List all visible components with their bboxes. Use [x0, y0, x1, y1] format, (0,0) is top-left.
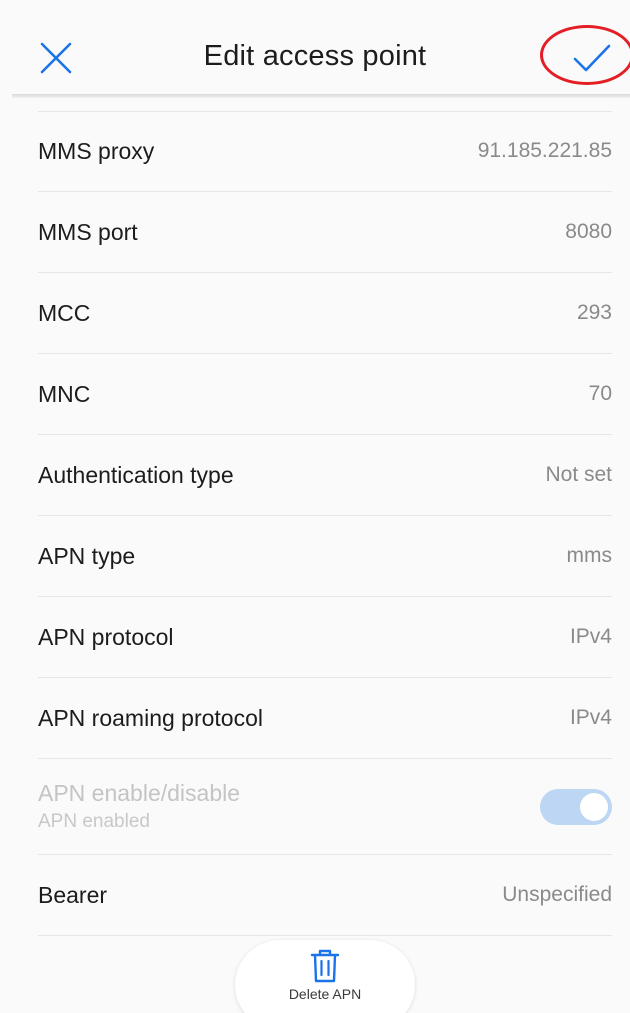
toggle-knob: [580, 792, 608, 821]
row-label: APN enable/disable: [38, 780, 241, 806]
row-mms-port[interactable]: MMS port 8080: [38, 192, 612, 273]
trash-icon: [310, 949, 340, 983]
row-value: Unspecified: [502, 883, 612, 906]
row-apn-roaming-protocol[interactable]: APN roaming protocol IPv4: [38, 678, 612, 759]
row-value: mms: [566, 544, 613, 567]
row-authentication-type[interactable]: Authentication type Not set: [38, 435, 612, 516]
row-apn-type[interactable]: APN type mms: [38, 516, 612, 597]
row-mms-proxy[interactable]: MMS proxy 91.185.221.85: [38, 111, 612, 192]
apn-enable-toggle: [540, 788, 612, 825]
header-divider: [12, 94, 630, 98]
delete-apn-label: Delete APN: [288, 986, 362, 1002]
row-label: APN type: [38, 542, 136, 569]
settings-list: MMS proxy 91.185.221.85 MMS port 8080 MC…: [0, 111, 630, 936]
row-value: 91.185.221.85: [477, 139, 612, 162]
row-label: Bearer: [38, 881, 108, 908]
row-value: 70: [588, 382, 612, 405]
row-apn-enable-disable: APN enable/disable APN enabled: [38, 759, 612, 855]
page-title: Edit access point: [203, 40, 427, 72]
row-label: Authentication type: [38, 461, 234, 488]
row-mcc[interactable]: MCC 293: [38, 273, 612, 354]
row-apn-protocol[interactable]: APN protocol IPv4: [38, 597, 612, 678]
row-value: Not set: [545, 463, 612, 486]
toggle-label-group: APN enable/disable APN enabled: [38, 780, 240, 833]
row-value: 293: [576, 301, 612, 324]
row-bearer[interactable]: Bearer Unspecified: [38, 855, 612, 936]
row-mnc[interactable]: MNC 70: [38, 354, 612, 435]
row-label: MMS port: [38, 218, 138, 245]
row-value: 8080: [565, 220, 612, 243]
row-label: APN roaming protocol: [38, 704, 263, 731]
row-label: MMS proxy: [38, 137, 155, 164]
row-label: MCC: [38, 299, 91, 326]
row-label: MNC: [38, 380, 91, 407]
checkmark-icon[interactable]: [572, 40, 612, 76]
delete-apn-button[interactable]: Delete APN: [235, 940, 415, 1013]
edit-access-point-screen: Edit access point MMS proxy 91.185.221.8…: [0, 0, 630, 1013]
row-sublabel: APN enabled: [38, 811, 150, 832]
row-value: IPv4: [569, 706, 612, 729]
row-value: IPv4: [569, 625, 612, 648]
header-bar: Edit access point: [0, 0, 630, 96]
row-label: APN protocol: [38, 623, 174, 650]
